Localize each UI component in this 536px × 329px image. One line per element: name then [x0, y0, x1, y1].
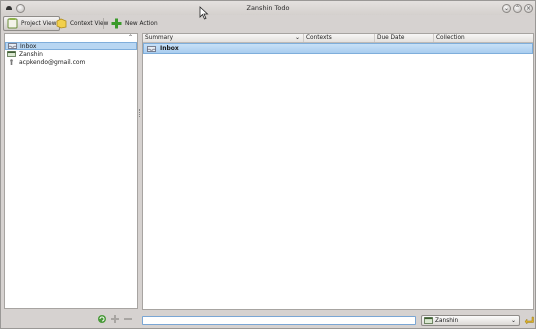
close-button[interactable]: ×: [524, 4, 533, 13]
column-header-contexts[interactable]: Contexts: [304, 34, 375, 42]
toolbar: Project View Context View New Action: [1, 15, 535, 32]
column-header-collection[interactable]: Collection: [434, 34, 533, 42]
sync-icon[interactable]: [97, 314, 107, 324]
inbox-icon: [8, 43, 17, 49]
tree-actions: [97, 314, 133, 324]
project-tree[interactable]: ⌃ Inbox Zanshin acpkendo@gmail.com: [4, 33, 138, 309]
folder-icon: [7, 51, 16, 57]
column-label: Summary: [145, 35, 174, 41]
row-summary: Inbox: [160, 45, 179, 52]
quick-add-input[interactable]: [142, 316, 416, 325]
sidebar-item-zanshin[interactable]: Zanshin: [5, 50, 137, 58]
sidebar-item-label: Inbox: [20, 42, 37, 50]
project-view-icon: [7, 18, 18, 29]
toolbar-separator: [103, 18, 104, 29]
column-header-summary[interactable]: Summary ⌄: [143, 34, 304, 42]
panel-splitter[interactable]: [139, 109, 141, 117]
sidebar-item-account[interactable]: acpkendo@gmail.com: [5, 58, 137, 66]
sidebar-item-label: acpkendo@gmail.com: [19, 58, 86, 66]
add-icon: [111, 18, 122, 29]
new-action-label: New Action: [125, 20, 158, 27]
maximize-button[interactable]: ⌃: [513, 4, 522, 13]
column-label: Contexts: [306, 35, 332, 41]
enter-icon[interactable]: [524, 315, 534, 325]
remove-icon[interactable]: [123, 314, 133, 324]
table-header: Summary ⌄ Contexts Due Date Collection: [143, 34, 533, 43]
task-list[interactable]: Summary ⌄ Contexts Due Date Collection I…: [142, 33, 534, 310]
column-header-due-date[interactable]: Due Date: [375, 34, 434, 42]
person-icon: [10, 59, 13, 65]
table-row[interactable]: Inbox: [143, 43, 533, 54]
chevron-down-icon: ⌄: [510, 317, 516, 324]
main-window: Zanshin Todo ⌄ ⌃ × Project View Context …: [0, 0, 536, 329]
title-bar: Zanshin Todo ⌄ ⌃ ×: [1, 1, 535, 15]
add-icon[interactable]: [110, 314, 120, 324]
column-label: Due Date: [377, 35, 405, 41]
sidebar-item-inbox[interactable]: Inbox: [5, 42, 137, 50]
collection-select[interactable]: Zanshin ⌄: [421, 315, 520, 326]
context-view-icon: [56, 18, 67, 29]
mouse-pointer-icon: [199, 6, 209, 20]
sort-down-icon: ⌄: [294, 34, 300, 41]
column-label: Collection: [436, 35, 465, 41]
window-title: Zanshin Todo: [246, 4, 290, 12]
tree-header: ⌃: [5, 34, 137, 42]
chevron-up-icon[interactable]: ⌃: [128, 34, 133, 41]
sidebar-item-label: Zanshin: [19, 50, 43, 58]
minimize-button[interactable]: ⌄: [502, 4, 511, 13]
folder-icon: [424, 317, 433, 324]
inbox-icon: [147, 45, 156, 52]
collection-select-value: Zanshin: [435, 317, 459, 324]
new-action-button[interactable]: New Action: [107, 16, 162, 31]
